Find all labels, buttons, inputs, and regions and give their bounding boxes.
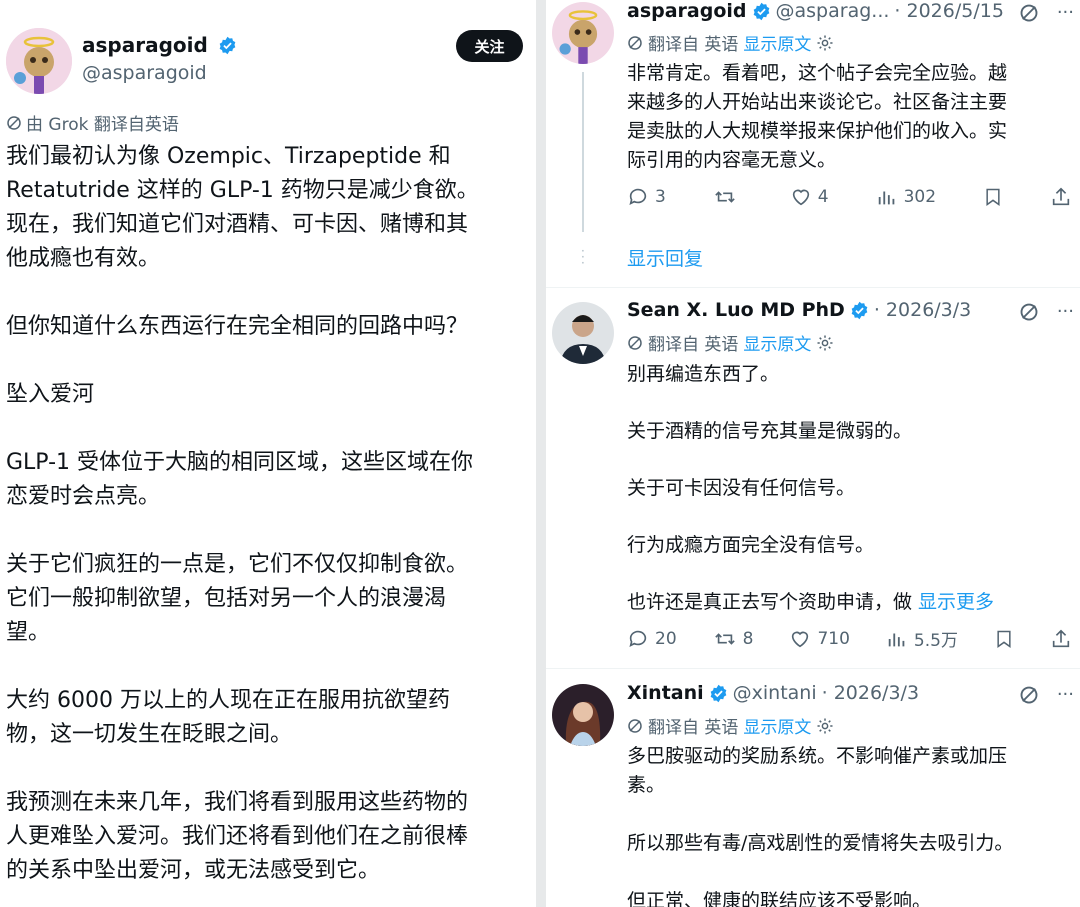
like-icon [792,189,809,206]
post-date[interactable]: · 2026/3/3 [822,682,919,704]
translation-row: 翻译自 英语 显示原文 [627,330,834,355]
translation-row: 翻译自 英语 显示原文 [627,713,834,738]
author-handle[interactable]: @asparag... [776,0,890,22]
reply-icon [629,630,647,647]
reply-tools: ··· [1019,684,1074,705]
divider [546,668,1080,669]
post-date[interactable]: · 2026/3/3 [874,299,971,321]
gear-icon[interactable] [816,717,834,735]
bookmark-icon [997,630,1011,648]
repost-button[interactable] [713,186,743,208]
action-bar: 20 8 710 5.5万 [627,626,1072,651]
author-name[interactable]: asparagoid [82,33,237,57]
share-button[interactable] [1050,628,1072,650]
avatar[interactable] [552,2,614,64]
verified-badge-icon [710,684,726,702]
like-icon [792,631,809,647]
more-icon[interactable]: ··· [1057,2,1074,23]
share-icon [1052,629,1070,647]
post-paragraph: 我预测在未来几年，我们将看到服用这些药物的 人更难坠入爱河。我们还将看到他们在之… [6,790,469,883]
reply-tools: ··· [1019,301,1074,322]
main-post: asparagoid @asparagoid 关注 由 Grok 翻译自英语 我… [0,0,536,907]
show-original-link[interactable]: 显示原文 [743,713,811,738]
thread-line [582,72,584,232]
post-paragraph: 大约 6000 万以上的人现在正在服用抗欲望药 物，这一切发生在眨眼之间。 [6,688,450,747]
post-paragraph: GLP-1 受体位于大脑的相同区域，这些区域在你 恋爱时会点亮。 [6,450,474,509]
views-button[interactable]: 5.5万 [886,626,958,651]
translate-icon [628,335,642,350]
views-icon [878,191,894,205]
like-button[interactable]: 4 [790,186,829,208]
post-paragraph: 关于它们疯狂的一点是，它们不仅仅抑制食欲。 它们一般抑制欲望，包括对另一个人的浪… [6,552,469,645]
translate-icon [628,35,642,50]
reply-text: 别再编造东西了。 关于酒精的信号充其量是微弱的。 关于可卡因没有任何信号。 行为… [627,363,995,613]
repost-icon [714,632,735,645]
bookmark-button[interactable] [983,186,1003,208]
views-icon [888,633,905,646]
bookmark-icon [986,188,1000,206]
avatar[interactable] [6,28,72,94]
avatar[interactable] [552,302,614,364]
reply-text: 多巴胺驱动的奖励系统。不影响催产素或加压 素。 所以那些有毒/高戏剧性的爱情将失… [627,745,1014,907]
repost-button[interactable]: 8 [713,628,753,650]
reply-button[interactable]: 3 [627,186,666,208]
replies-panel: asparagoid @asparag... · 2026/5/15 ··· 翻… [546,0,1080,907]
reply-header: Xintani @xintani · 2026/3/3 [627,682,919,704]
reply-icon [629,188,647,205]
post-paragraph: 我们最初认为像 Ozempic、Tirzapeptide 和 Retatutri… [6,144,479,271]
grok-icon[interactable] [1019,685,1039,705]
verified-badge-icon [753,2,769,20]
reply-tools: ··· [1019,2,1074,23]
follow-button[interactable]: 关注 [456,30,523,62]
verified-badge-icon [851,301,868,319]
author-handle[interactable]: @asparagoid [82,62,207,84]
share-button[interactable] [1050,186,1072,208]
bookmark-button[interactable] [994,628,1014,650]
author-name[interactable]: Sean X. Luo MD PhD [627,299,845,321]
like-button[interactable]: 710 [789,628,850,650]
reply-header: Sean X. Luo MD PhD · 2026/3/3 [627,299,971,321]
grok-icon [7,115,21,130]
grok-icon[interactable] [1019,302,1039,322]
action-bar: 3 4 302 [627,186,1072,208]
share-icon [1052,187,1070,206]
thread-dots: · · · [581,244,585,270]
more-icon[interactable]: ··· [1057,301,1074,322]
translation-note: 由 Grok 翻译自英语 [6,110,179,135]
grok-icon[interactable] [1019,3,1039,23]
show-original-link[interactable]: 显示原文 [743,330,811,355]
repost-icon [715,191,735,203]
views-button[interactable]: 302 [876,186,936,208]
translate-icon [628,718,642,733]
post-date[interactable]: · 2026/5/15 [894,0,1004,22]
gear-icon[interactable] [816,34,834,52]
post-paragraph: 坠入爱河 [6,382,95,407]
avatar[interactable] [552,684,614,746]
author-name[interactable]: Xintani [627,682,704,704]
divider [546,287,1080,288]
show-more-link[interactable]: 显示更多 [918,591,994,613]
reply-text: 非常肯定。看着吧，这个帖子会完全应验。越 来越多的人开始站出来谈论它。社区备注主… [627,62,1008,171]
more-icon[interactable]: ··· [1057,684,1074,705]
verified-badge-icon [219,36,236,55]
author-name[interactable]: asparagoid [627,0,747,22]
gear-icon[interactable] [816,334,834,352]
reply-header: asparagoid @asparag... · 2026/5/15 [627,0,1004,22]
show-original-link[interactable]: 显示原文 [743,30,811,55]
post-text: 我们最初认为像 Ozempic、Tirzapeptide 和 Retatutri… [6,140,534,907]
show-replies-link[interactable]: 显示回复 [627,244,703,271]
author-handle[interactable]: @xintani [733,682,817,704]
translation-row: 翻译自 英语 显示原文 [627,30,834,55]
post-paragraph: 但你知道什么东西运行在完全相同的回路中吗？ [6,314,469,339]
reply-button[interactable]: 20 [627,628,677,650]
